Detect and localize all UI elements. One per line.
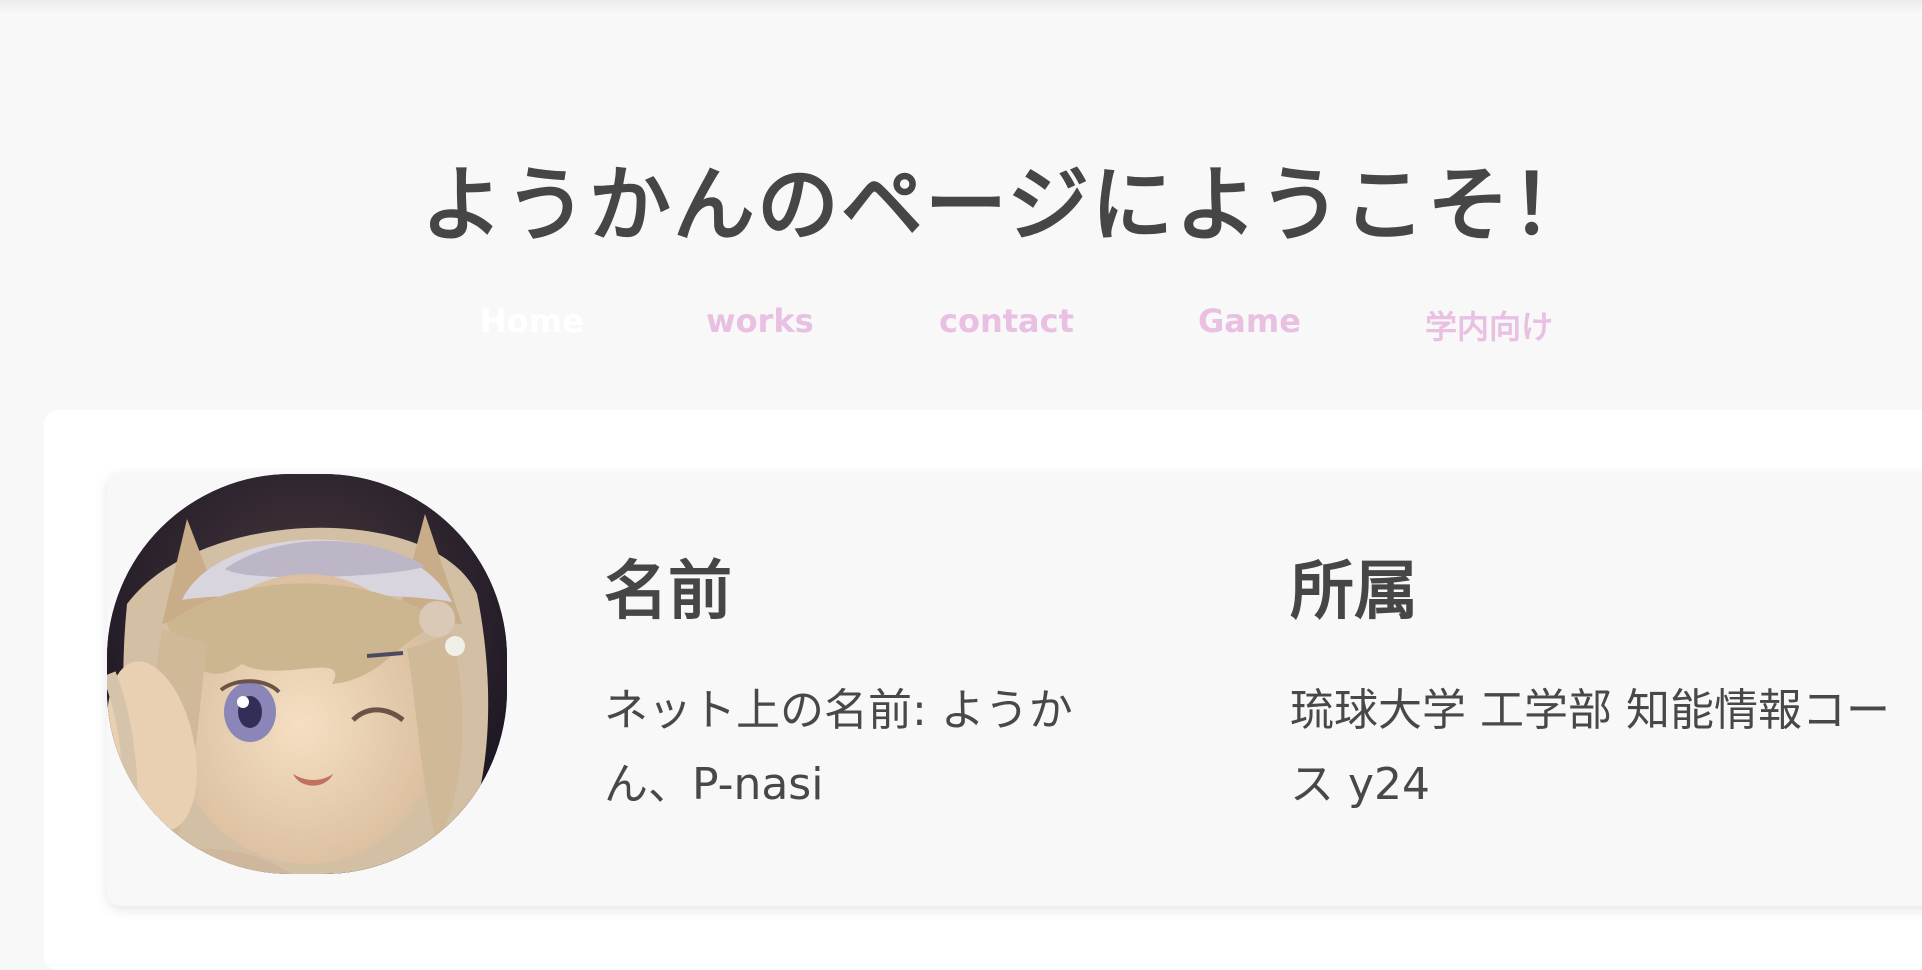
affiliation-heading: 所属: [1290, 555, 1418, 629]
name-text: ネット上の名前: ようかん、P-nasi: [604, 685, 1073, 810]
nav-contact-link[interactable]: contact: [939, 302, 1074, 340]
main-nav: Home works contact Game 学内向け: [0, 302, 1922, 346]
nav-campus-link[interactable]: 学内向け: [1425, 302, 1553, 348]
affiliation-text: 琉球大学 工学部 知能情報コース y24: [1290, 685, 1890, 810]
name-heading: 名前: [604, 555, 732, 629]
nav-game-link[interactable]: Game: [1198, 302, 1301, 340]
top-shadow: [0, 0, 1922, 14]
avatar: [107, 474, 507, 874]
page-title: ようかんのページにようこそ！: [420, 158, 1596, 253]
nav-works-link[interactable]: works: [706, 302, 814, 340]
anime-avatar-image: [107, 474, 507, 874]
nav-home-link[interactable]: Home: [480, 302, 584, 340]
